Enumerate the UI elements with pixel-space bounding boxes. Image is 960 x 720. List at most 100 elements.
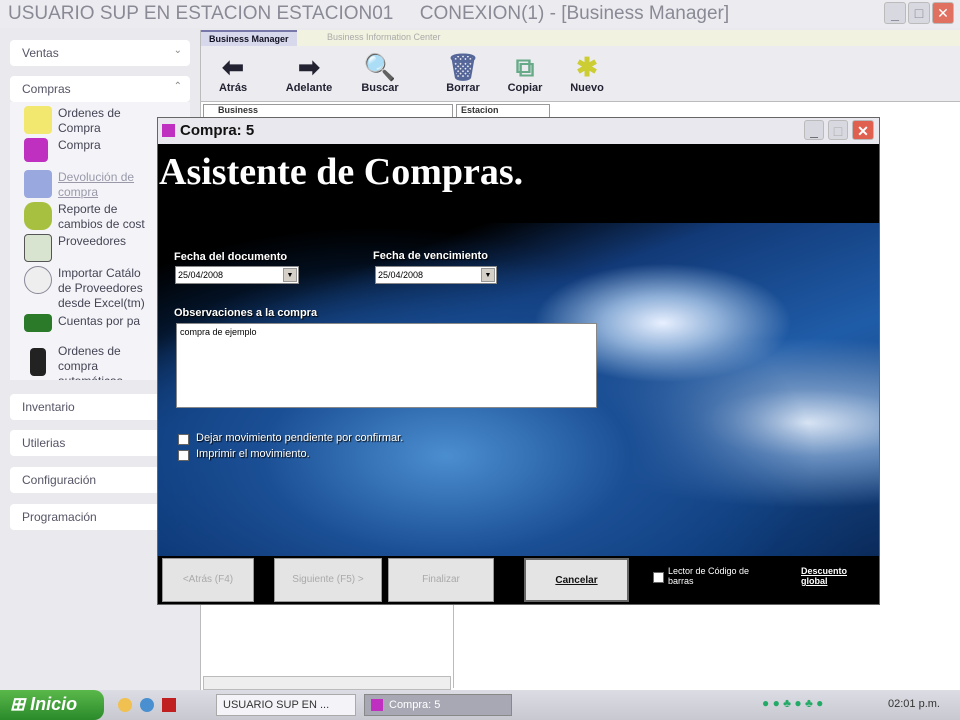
item-label: Cuentas por pa (58, 314, 141, 328)
sidebar-item-reporte-costos[interactable]: Reporte de cambios de cost (24, 202, 174, 234)
arrow-right-icon: ➡ (298, 52, 320, 82)
quicklaunch-messenger-icon[interactable] (118, 698, 132, 712)
section-label: Ventas (22, 46, 59, 60)
window-title-bar: USUARIO SUP EN ESTACION ESTACION01 CONEX… (0, 0, 960, 28)
task-label: Compra: 5 (389, 699, 441, 711)
wizard-heading: Asistente de Compras. (158, 144, 879, 223)
new-folder-icon: ✱ (576, 52, 598, 82)
back-wizard-button[interactable]: <Atrás (F4) (162, 558, 254, 602)
imprimir-label: Imprimir el movimiento. (196, 448, 310, 460)
section-label: Compras (22, 82, 71, 96)
sidebar-item-ordenes-auto[interactable]: Ordenes de compra automáticas (24, 344, 174, 380)
return-icon (24, 170, 52, 198)
pendiente-checkbox[interactable] (178, 434, 189, 445)
import-icon (24, 266, 52, 294)
item-label: Ordenes de compra automáticas (58, 344, 123, 380)
button-label: Buscar (361, 82, 399, 94)
sidebar-item-compra[interactable]: Compra (24, 138, 174, 168)
select-value: 25/04/2008 (378, 270, 424, 280)
system-tray-icons[interactable]: ● ● ♣ ● ♣ ● (762, 696, 882, 714)
imprimir-checkbox[interactable] (178, 450, 189, 461)
estacion-column-header: Estacion (456, 104, 550, 118)
sidebar-item-ordenes-compra[interactable]: Ordenes de Compra (24, 106, 174, 138)
item-label: Devolución de compra (58, 170, 135, 199)
dialog-close-button[interactable]: ✕ (852, 120, 874, 140)
button-label: Copiar (507, 82, 543, 94)
section-label: Inventario (22, 400, 75, 414)
forward-button[interactable]: ➡ Adelante (279, 52, 339, 94)
tab-bar: Business Manager Business Information Ce… (201, 30, 960, 46)
dialog-minimize-button[interactable]: _ (804, 120, 824, 140)
dialog-title-bar: Compra: 5 _ □ ✕ (158, 118, 879, 144)
sidebar-section-ventas[interactable]: Ventas ⌄ (10, 40, 190, 66)
section-label: Utilerias (22, 436, 66, 450)
item-label: Importar Catálo de Proveedores desde Exc… (58, 266, 145, 310)
money-icon (24, 314, 52, 332)
finish-wizard-button[interactable]: Finalizar (388, 558, 494, 602)
button-label: Atrás (218, 82, 248, 94)
tab-business-information-center[interactable]: Business Information Center (319, 30, 449, 46)
quicklaunch-acrobat-icon[interactable] (162, 698, 176, 712)
close-button[interactable]: ✕ (932, 2, 954, 24)
button-label: Nuevo (570, 82, 604, 94)
windows-logo-icon: ⊞ (10, 694, 31, 714)
taskbar: ⊞ Inicio USUARIO SUP EN ... Compra: 5 ● … (0, 690, 960, 720)
pendiente-label: Dejar movimiento pendiente por confirmar… (196, 432, 404, 444)
purchase-check-icon (24, 138, 48, 162)
fecha-vencimiento-select[interactable]: 25/04/2008 ▼ (375, 266, 497, 284)
item-label: Proveedores (58, 234, 127, 248)
quicklaunch-ie-icon[interactable] (140, 698, 154, 712)
notepad-pin-icon (24, 106, 52, 134)
back-button[interactable]: ⬅ Atrás (213, 52, 253, 94)
sidebar-item-cuentas[interactable]: Cuentas por pa (24, 314, 174, 342)
chevron-down-icon: ▼ (283, 268, 297, 282)
button-label: Adelante (285, 82, 333, 94)
descuento-global-link[interactable]: Descuento global (801, 566, 867, 586)
barcode-checkbox[interactable] (653, 572, 664, 583)
business-pane-header: Business (203, 104, 453, 118)
purchase-wizard-dialog: Compra: 5 _ □ ✕ Asistente de Compras. Fe… (157, 117, 880, 605)
sidebar-section-compras[interactable]: Compras ⌃ (10, 76, 190, 102)
sidebar-item-importar[interactable]: Importar Catálo de Proveedores desde Exc… (24, 266, 174, 314)
taskbar-task-business-manager[interactable]: USUARIO SUP EN ... (216, 694, 356, 716)
cancel-button[interactable]: Cancelar (524, 558, 629, 602)
item-label: Compra (58, 138, 101, 152)
start-button[interactable]: ⊞ Inicio (0, 690, 104, 720)
clock: 02:01 p.m. (888, 698, 940, 710)
item-label: Ordenes de Compra (58, 106, 121, 135)
sidebar-item-proveedores[interactable]: Proveedores (24, 234, 174, 264)
delete-button[interactable]: 🗑 Borrar (441, 52, 485, 94)
suppliers-icon (24, 234, 52, 262)
window-title: USUARIO SUP EN ESTACION ESTACION01 CONEX… (8, 3, 730, 24)
start-label: Inicio (30, 694, 78, 714)
fecha-vencimiento-label: Fecha de vencimiento (373, 250, 488, 262)
item-label: Reporte de cambios de cost (58, 202, 145, 231)
dialog-title: Compra: 5 (180, 122, 255, 139)
maximize-button[interactable]: □ (908, 2, 930, 24)
taskbar-task-compra[interactable]: Compra: 5 (364, 694, 512, 716)
horizontal-scrollbar[interactable] (203, 676, 451, 690)
select-value: 25/04/2008 (178, 270, 224, 280)
copy-button[interactable]: ⧉ Copiar (503, 52, 547, 94)
toolbar: ⬅ Atrás ➡ Adelante 🔍 Buscar 🗑 Borrar ⧉ Copiar… (201, 46, 960, 102)
observaciones-textarea[interactable]: compra de ejemplo (176, 323, 597, 408)
tab-business-manager[interactable]: Business Manager (201, 30, 297, 46)
new-button[interactable]: ✱ Nuevo (565, 52, 609, 94)
next-wizard-button[interactable]: Siguiente (F5) > (274, 558, 382, 602)
section-label: Configuración (22, 473, 97, 487)
app-icon (371, 699, 383, 711)
button-label: Borrar (446, 82, 480, 94)
search-icon: 🔍 (363, 52, 397, 82)
fecha-documento-select[interactable]: 25/04/2008 ▼ (175, 266, 299, 284)
fecha-documento-label: Fecha del documento (174, 251, 288, 263)
arrow-left-icon: ⬅ (222, 52, 244, 82)
app-icon (162, 124, 175, 137)
auto-order-icon (30, 348, 46, 376)
observaciones-label: Observaciones a la compra (174, 307, 318, 319)
sidebar-item-devolucion[interactable]: Devolución de compra (24, 170, 174, 202)
trash-icon: 🗑 (446, 52, 480, 82)
chevron-down-icon: ⌄ (173, 45, 182, 56)
minimize-button[interactable]: _ (884, 2, 906, 24)
search-button[interactable]: 🔍 Buscar (355, 52, 405, 94)
dialog-maximize-button[interactable]: □ (828, 120, 848, 140)
